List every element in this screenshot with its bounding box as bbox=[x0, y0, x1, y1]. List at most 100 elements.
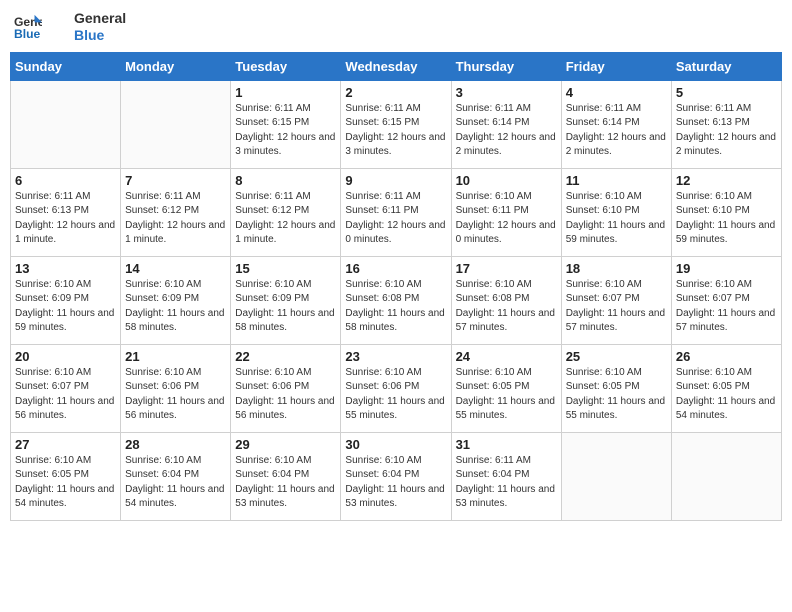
day-number: 7 bbox=[125, 173, 226, 188]
weekday-header: Thursday bbox=[451, 52, 561, 80]
day-info: Sunrise: 6:11 AMSunset: 6:04 PMDaylight:… bbox=[456, 454, 557, 512]
calendar-cell: 10 Sunrise: 6:10 AMSunset: 6:11 PMDayligh… bbox=[451, 168, 561, 256]
day-info: Sunrise: 6:11 AMSunset: 6:13 PMDaylight:… bbox=[676, 102, 777, 160]
calendar-cell: 12Sunrise: 6:10 AMSunset: 6:10 PMDayligh… bbox=[671, 168, 781, 256]
calendar-cell: 21 Sunrise: 6:10 AMSunset: 6:06 PMDayligh… bbox=[121, 344, 231, 432]
day-number: 6 bbox=[15, 173, 116, 188]
day-info: Sunrise: 6:10 AMSunset: 6:04 PMDaylight:… bbox=[235, 454, 336, 512]
day-number: 10 bbox=[456, 173, 557, 188]
calendar-cell: 15 Sunrise: 6:10 AMSunset: 6:09 PMDayligh… bbox=[231, 256, 341, 344]
day-info: Sunrise: 6:10 AMSunset: 6:05 PMDaylight:… bbox=[676, 366, 777, 424]
calendar-cell: 24Sunrise: 6:10 AMSunset: 6:05 PMDayligh… bbox=[451, 344, 561, 432]
day-info: Sunrise: 6:10 AMSunset: 6:09 PMDaylight:… bbox=[15, 278, 116, 336]
day-info: Sunrise: 6:10 AMSunset: 6:08 PMDaylight:… bbox=[456, 278, 557, 336]
day-number: 22 bbox=[235, 349, 336, 364]
calendar-cell: 4 Sunrise: 6:11 AMSunset: 6:14 PMDaylight… bbox=[561, 80, 671, 168]
calendar-cell: 17 Sunrise: 6:10 AMSunset: 6:08 PMDayligh… bbox=[451, 256, 561, 344]
day-info: Sunrise: 6:10 AMSunset: 6:11 PMDaylight:… bbox=[456, 190, 557, 248]
day-number: 14 bbox=[125, 261, 226, 276]
day-info: Sunrise: 6:10 AMSunset: 6:10 PMDaylight:… bbox=[566, 190, 667, 248]
calendar-cell: 9 Sunrise: 6:11 AMSunset: 6:11 PMDaylight… bbox=[341, 168, 451, 256]
day-number: 11 bbox=[566, 173, 667, 188]
calendar-cell: 27 Sunrise: 6:10 AMSunset: 6:05 PMDayligh… bbox=[11, 432, 121, 520]
day-number: 8 bbox=[235, 173, 336, 188]
calendar-cell: 18 Sunrise: 6:10 AMSunset: 6:07 PMDayligh… bbox=[561, 256, 671, 344]
day-info: Sunrise: 6:10 AMSunset: 6:05 PMDaylight:… bbox=[566, 366, 667, 424]
day-info: Sunrise: 6:10 AMSunset: 6:07 PMDaylight:… bbox=[566, 278, 667, 336]
calendar-cell: 11 Sunrise: 6:10 AMSunset: 6:10 PMDayligh… bbox=[561, 168, 671, 256]
day-info: Sunrise: 6:11 AMSunset: 6:14 PMDaylight:… bbox=[566, 102, 667, 160]
calendar-cell: 14 Sunrise: 6:10 AMSunset: 6:09 PMDayligh… bbox=[121, 256, 231, 344]
day-info: Sunrise: 6:10 AMSunset: 6:06 PMDaylight:… bbox=[125, 366, 226, 424]
day-number: 24 bbox=[456, 349, 557, 364]
calendar-cell: 8 Sunrise: 6:11 AMSunset: 6:12 PMDaylight… bbox=[231, 168, 341, 256]
day-info: Sunrise: 6:11 AMSunset: 6:13 PMDaylight:… bbox=[15, 190, 116, 248]
day-number: 21 bbox=[125, 349, 226, 364]
calendar-cell: 19Sunrise: 6:10 AMSunset: 6:07 PMDayligh… bbox=[671, 256, 781, 344]
weekday-header: Sunday bbox=[11, 52, 121, 80]
day-info: Sunrise: 6:10 AMSunset: 6:09 PMDaylight:… bbox=[125, 278, 226, 336]
weekday-header: Saturday bbox=[671, 52, 781, 80]
calendar-cell: 1 Sunrise: 6:11 AMSunset: 6:15 PMDaylight… bbox=[231, 80, 341, 168]
calendar-week-row: 20 Sunrise: 6:10 AMSunset: 6:07 PMDayligh… bbox=[11, 344, 782, 432]
day-number: 29 bbox=[235, 437, 336, 452]
calendar-cell: 25 Sunrise: 6:10 AMSunset: 6:05 PMDayligh… bbox=[561, 344, 671, 432]
day-number: 18 bbox=[566, 261, 667, 276]
calendar-cell: 31 Sunrise: 6:11 AMSunset: 6:04 PMDayligh… bbox=[451, 432, 561, 520]
day-info: Sunrise: 6:11 AMSunset: 6:12 PMDaylight:… bbox=[235, 190, 336, 248]
calendar-cell bbox=[671, 432, 781, 520]
day-number: 19 bbox=[676, 261, 777, 276]
day-number: 27 bbox=[15, 437, 116, 452]
day-number: 31 bbox=[456, 437, 557, 452]
calendar-cell: 30Sunrise: 6:10 AMSunset: 6:04 PMDayligh… bbox=[341, 432, 451, 520]
day-number: 23 bbox=[345, 349, 446, 364]
day-number: 3 bbox=[456, 85, 557, 100]
calendar-cell: 23 Sunrise: 6:10 AMSunset: 6:06 PMDayligh… bbox=[341, 344, 451, 432]
calendar-table: SundayMondayTuesdayWednesdayThursdayFrid… bbox=[10, 52, 782, 521]
day-number: 25 bbox=[566, 349, 667, 364]
calendar-cell: 3 Sunrise: 6:11 AMSunset: 6:14 PMDaylight… bbox=[451, 80, 561, 168]
day-info: Sunrise: 6:10 AMSunset: 6:09 PMDaylight:… bbox=[235, 278, 336, 336]
day-number: 15 bbox=[235, 261, 336, 276]
weekday-header: Tuesday bbox=[231, 52, 341, 80]
day-info: Sunrise: 6:10 AMSunset: 6:07 PMDaylight:… bbox=[15, 366, 116, 424]
day-info: Sunrise: 6:11 AMSunset: 6:11 PMDaylight:… bbox=[345, 190, 446, 248]
svg-text:Blue: Blue bbox=[14, 27, 41, 41]
day-info: Sunrise: 6:10 AMSunset: 6:08 PMDaylight:… bbox=[345, 278, 446, 336]
day-info: Sunrise: 6:10 AMSunset: 6:10 PMDaylight:… bbox=[676, 190, 777, 248]
calendar-week-row: 13 Sunrise: 6:10 AMSunset: 6:09 PMDayligh… bbox=[11, 256, 782, 344]
day-number: 26 bbox=[676, 349, 777, 364]
logo-blue: Blue bbox=[74, 27, 126, 44]
weekday-header: Friday bbox=[561, 52, 671, 80]
day-info: Sunrise: 6:11 AMSunset: 6:15 PMDaylight:… bbox=[345, 102, 446, 160]
day-info: Sunrise: 6:10 AMSunset: 6:06 PMDaylight:… bbox=[235, 366, 336, 424]
calendar-week-row: 27 Sunrise: 6:10 AMSunset: 6:05 PMDayligh… bbox=[11, 432, 782, 520]
day-number: 5 bbox=[676, 85, 777, 100]
day-number: 1 bbox=[235, 85, 336, 100]
day-number: 9 bbox=[345, 173, 446, 188]
day-info: Sunrise: 6:11 AMSunset: 6:12 PMDaylight:… bbox=[125, 190, 226, 248]
day-number: 28 bbox=[125, 437, 226, 452]
calendar-cell: 29 Sunrise: 6:10 AMSunset: 6:04 PMDayligh… bbox=[231, 432, 341, 520]
day-info: Sunrise: 6:11 AMSunset: 6:14 PMDaylight:… bbox=[456, 102, 557, 160]
logo-general: General bbox=[74, 10, 126, 27]
page-header: General Blue General Blue bbox=[10, 10, 782, 44]
calendar-week-row: 1 Sunrise: 6:11 AMSunset: 6:15 PMDaylight… bbox=[11, 80, 782, 168]
day-number: 17 bbox=[456, 261, 557, 276]
day-number: 20 bbox=[15, 349, 116, 364]
day-number: 13 bbox=[15, 261, 116, 276]
day-info: Sunrise: 6:10 AMSunset: 6:04 PMDaylight:… bbox=[125, 454, 226, 512]
day-number: 4 bbox=[566, 85, 667, 100]
day-info: Sunrise: 6:10 AMSunset: 6:05 PMDaylight:… bbox=[15, 454, 116, 512]
day-number: 16 bbox=[345, 261, 446, 276]
weekday-header: Wednesday bbox=[341, 52, 451, 80]
calendar-cell bbox=[11, 80, 121, 168]
day-number: 30 bbox=[345, 437, 446, 452]
calendar-cell: 28 Sunrise: 6:10 AMSunset: 6:04 PMDayligh… bbox=[121, 432, 231, 520]
day-info: Sunrise: 6:11 AMSunset: 6:15 PMDaylight:… bbox=[235, 102, 336, 160]
calendar-cell: 13 Sunrise: 6:10 AMSunset: 6:09 PMDayligh… bbox=[11, 256, 121, 344]
calendar-week-row: 6 Sunrise: 6:11 AMSunset: 6:13 PMDaylight… bbox=[11, 168, 782, 256]
calendar-cell: 2Sunrise: 6:11 AMSunset: 6:15 PMDaylight… bbox=[341, 80, 451, 168]
day-info: Sunrise: 6:10 AMSunset: 6:06 PMDaylight:… bbox=[345, 366, 446, 424]
logo: General Blue General Blue bbox=[14, 10, 126, 44]
